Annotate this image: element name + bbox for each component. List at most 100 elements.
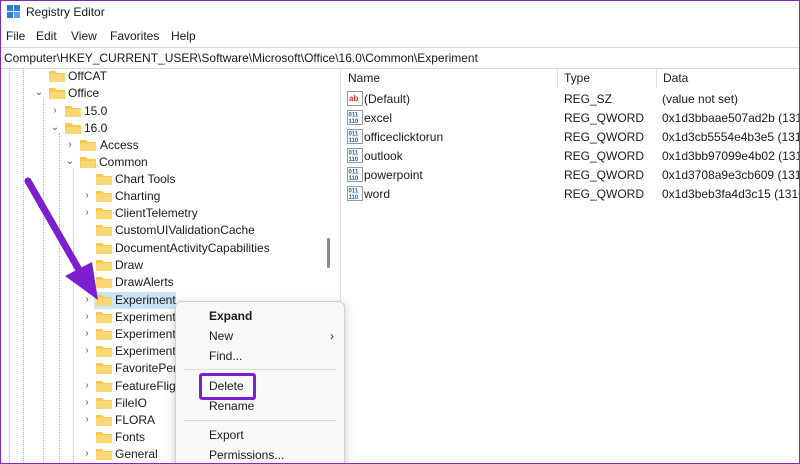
svg-text:110: 110 <box>349 138 359 144</box>
tree-item-label: Common <box>99 155 148 169</box>
chevron-right-icon[interactable]: › <box>50 106 60 116</box>
tree-item-label: Experiment <box>115 293 176 307</box>
string-value-icon: ab <box>347 91 363 106</box>
tree-item-chart-tools[interactable]: Chart Tools <box>1 171 337 188</box>
menu-divider <box>184 420 336 421</box>
svg-text:110: 110 <box>349 119 359 125</box>
column-header-label: Type <box>564 71 591 85</box>
tree-item-15-0[interactable]: › 15.0 <box>1 103 337 120</box>
context-menu-permissions[interactable]: Permissions... <box>209 448 284 462</box>
folder-icon <box>96 191 112 202</box>
value-row-default[interactable]: ab (Default) REG_SZ (value not set) <box>342 89 799 108</box>
tree-item-label: Office <box>68 86 100 100</box>
folder-open-icon <box>49 88 65 99</box>
menu-help[interactable]: Help <box>169 29 198 43</box>
svg-text:011: 011 <box>349 113 359 119</box>
tree-item-access[interactable]: › Access <box>1 137 337 154</box>
value-data: (value not set) <box>662 92 739 106</box>
value-name: powerpoint <box>364 168 423 182</box>
tree-item-offcat[interactable]: OffCAT <box>1 68 337 85</box>
value-name: officeclicktorun <box>364 130 444 144</box>
svg-text:110: 110 <box>349 157 359 163</box>
chevron-down-icon[interactable]: ⌄ <box>65 157 75 167</box>
tree-item-charting[interactable]: › Charting <box>1 188 337 205</box>
value-type: REG_QWORD <box>564 187 645 201</box>
tree-scrollbar-thumb[interactable] <box>327 238 330 268</box>
title-bar: Registry Editor <box>1 1 799 25</box>
value-row-outlook[interactable]: 011 110 outlook REG_QWORD 0x1d3bb97099e4b… <box>342 146 799 165</box>
menu-edit[interactable]: Edit <box>34 29 59 43</box>
chevron-right-icon[interactable]: › <box>65 140 75 150</box>
svg-text:110: 110 <box>349 195 359 201</box>
chevron-right-icon[interactable]: › <box>82 381 92 391</box>
context-menu-rename[interactable]: Rename <box>209 399 254 413</box>
svg-text:110: 110 <box>349 176 359 182</box>
tree-item-label: General <box>115 447 158 461</box>
tree-item-common[interactable]: ⌄ Common <box>1 154 337 171</box>
folder-icon <box>96 295 112 306</box>
chevron-right-icon[interactable]: › <box>82 346 92 356</box>
value-row-excel[interactable]: 011 110 excel REG_QWORD 0x1d3bbaae507ad2b… <box>342 108 799 127</box>
value-row-word[interactable]: 011 110 word REG_QWORD 0x1d3beb3fa4d3c15 … <box>342 184 799 203</box>
context-menu-new[interactable]: New <box>209 329 233 343</box>
value-name: word <box>364 187 391 201</box>
chevron-right-icon: › <box>330 329 334 343</box>
svg-text:011: 011 <box>349 170 359 176</box>
address-path[interactable]: Computer\HKEY_CURRENT_USER\Software\Micr… <box>4 51 478 65</box>
chevron-right-icon[interactable]: › <box>82 449 92 459</box>
menu-divider <box>184 369 336 370</box>
tree-item-drawalerts[interactable]: DrawAlerts <box>1 274 337 291</box>
value-name: excel <box>364 111 393 125</box>
chevron-down-icon[interactable]: ⌄ <box>50 123 60 133</box>
chevron-right-icon[interactable]: › <box>82 295 92 305</box>
svg-text:ab: ab <box>349 94 358 103</box>
chevron-right-icon[interactable]: › <box>82 398 92 408</box>
tree-item-documentactivitycapabilities[interactable]: DocumentActivityCapabilities <box>1 240 337 257</box>
tree-item-16-0[interactable]: ⌄ 16.0 <box>1 120 337 137</box>
binary-value-icon: 011110 <box>347 167 363 182</box>
column-header-data[interactable]: Data <box>657 68 799 88</box>
column-header-label: Data <box>663 71 689 85</box>
value-row-officeclicktorun[interactable]: 011 110 officeclicktorun REG_QWORD 0x1d3c… <box>342 127 799 146</box>
value-type: REG_QWORD <box>564 111 645 125</box>
values-list-pane[interactable]: Name Type Data ab (Default) REG_SZ (valu… <box>342 68 799 463</box>
binary-value-icon: 011110 <box>347 186 363 201</box>
tree-item-label: DocumentActivityCapabilities <box>115 241 270 255</box>
column-header-name[interactable]: Name <box>342 68 557 88</box>
folder-icon <box>96 415 112 426</box>
tree-item-office[interactable]: ⌄ Office <box>1 85 337 102</box>
chevron-right-icon[interactable]: › <box>82 415 92 425</box>
menu-view[interactable]: View <box>69 29 99 43</box>
chevron-down-icon[interactable]: ⌄ <box>34 88 44 98</box>
tree-item-customuivalidationcache[interactable]: CustomUIValidationCache <box>1 222 337 239</box>
folder-icon <box>80 140 96 151</box>
value-row-powerpoint[interactable]: 011 110 powerpoint REG_QWORD 0x1d3708a9e3… <box>342 165 799 184</box>
folder-icon <box>96 312 112 323</box>
context-menu-export[interactable]: Export <box>209 428 244 442</box>
folder-icon <box>96 363 112 374</box>
tree-item-label: 15.0 <box>84 104 108 118</box>
tree-item-clienttelemetry[interactable]: › ClientTelemetry <box>1 205 337 222</box>
chevron-right-icon[interactable]: › <box>82 329 92 339</box>
binary-value-icon: 011110 <box>347 148 363 163</box>
address-bar[interactable]: Computer\HKEY_CURRENT_USER\Software\Micr… <box>1 47 799 69</box>
chevron-right-icon[interactable]: › <box>82 312 92 322</box>
tree-item-label: FileIO <box>115 396 148 410</box>
folder-icon <box>96 449 112 460</box>
context-menu-expand[interactable]: Expand <box>209 309 252 323</box>
value-data: 0x1d3beb3fa4d3c15 (1316 <box>662 187 800 201</box>
context-menu-find[interactable]: Find... <box>209 349 242 363</box>
menu-file[interactable]: File <box>4 29 27 43</box>
folder-icon <box>96 208 112 219</box>
registry-editor-window: Registry Editor File Edit View Favorites… <box>0 0 800 464</box>
menu-favorites[interactable]: Favorites <box>108 29 161 43</box>
column-header-label: Name <box>348 71 381 85</box>
chevron-right-icon[interactable]: › <box>82 191 92 201</box>
chevron-right-icon[interactable]: › <box>82 208 92 218</box>
value-data: 0x1d3bbaae507ad2b (1316 <box>662 111 800 125</box>
value-data: 0x1d3cb5554e4b3e5 (1316 <box>662 130 800 144</box>
value-type: REG_QWORD <box>564 168 645 182</box>
tree-item-draw[interactable]: Draw <box>1 257 337 274</box>
column-header-type[interactable]: Type <box>558 68 656 88</box>
tree-item-label: Draw <box>115 258 144 272</box>
